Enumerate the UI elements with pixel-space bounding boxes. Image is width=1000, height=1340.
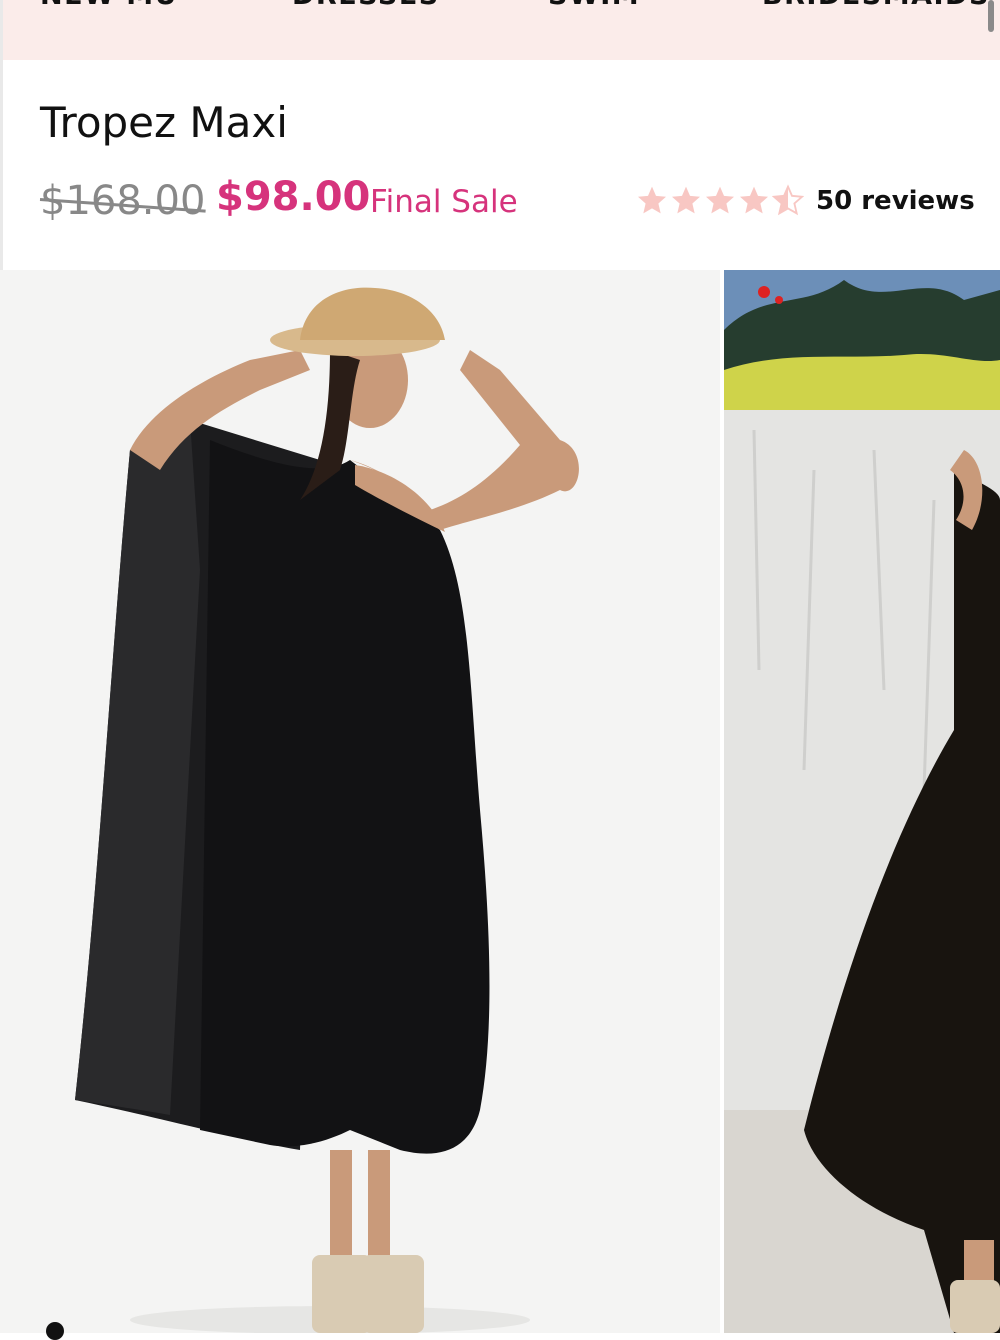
product-photo-main[interactable] <box>0 270 720 1333</box>
star-half-icon <box>772 184 804 216</box>
product-gallery[interactable] <box>0 270 1000 1333</box>
nav-scrollbar[interactable] <box>988 0 994 32</box>
nav-item-swim[interactable]: SWIM <box>548 0 640 14</box>
gallery-pager-dot[interactable] <box>46 1322 64 1340</box>
star-full-icon <box>706 186 734 214</box>
category-nav: NEW MU DRESSES SWIM BRIDESMAIDS <box>0 0 1000 60</box>
sale-price: $98.00 <box>216 174 371 220</box>
nav-item-new[interactable]: NEW MU <box>40 0 178 14</box>
model-black-maxi-image <box>0 270 720 1333</box>
star-full-icon <box>638 186 666 214</box>
star-rating <box>636 184 804 216</box>
model-outdoor-image <box>724 270 1000 1333</box>
nav-item-bridesmaids[interactable]: BRIDESMAIDS <box>762 0 990 14</box>
star-full-icon <box>740 186 768 214</box>
nav-item-dresses[interactable]: DRESSES <box>292 0 440 14</box>
product-title: Tropez Maxi <box>40 98 288 147</box>
reviews-link[interactable]: 50 reviews <box>816 186 975 216</box>
star-full-icon <box>672 186 700 214</box>
product-photo-secondary[interactable] <box>724 270 1000 1333</box>
final-sale-label: Final Sale <box>370 184 518 220</box>
